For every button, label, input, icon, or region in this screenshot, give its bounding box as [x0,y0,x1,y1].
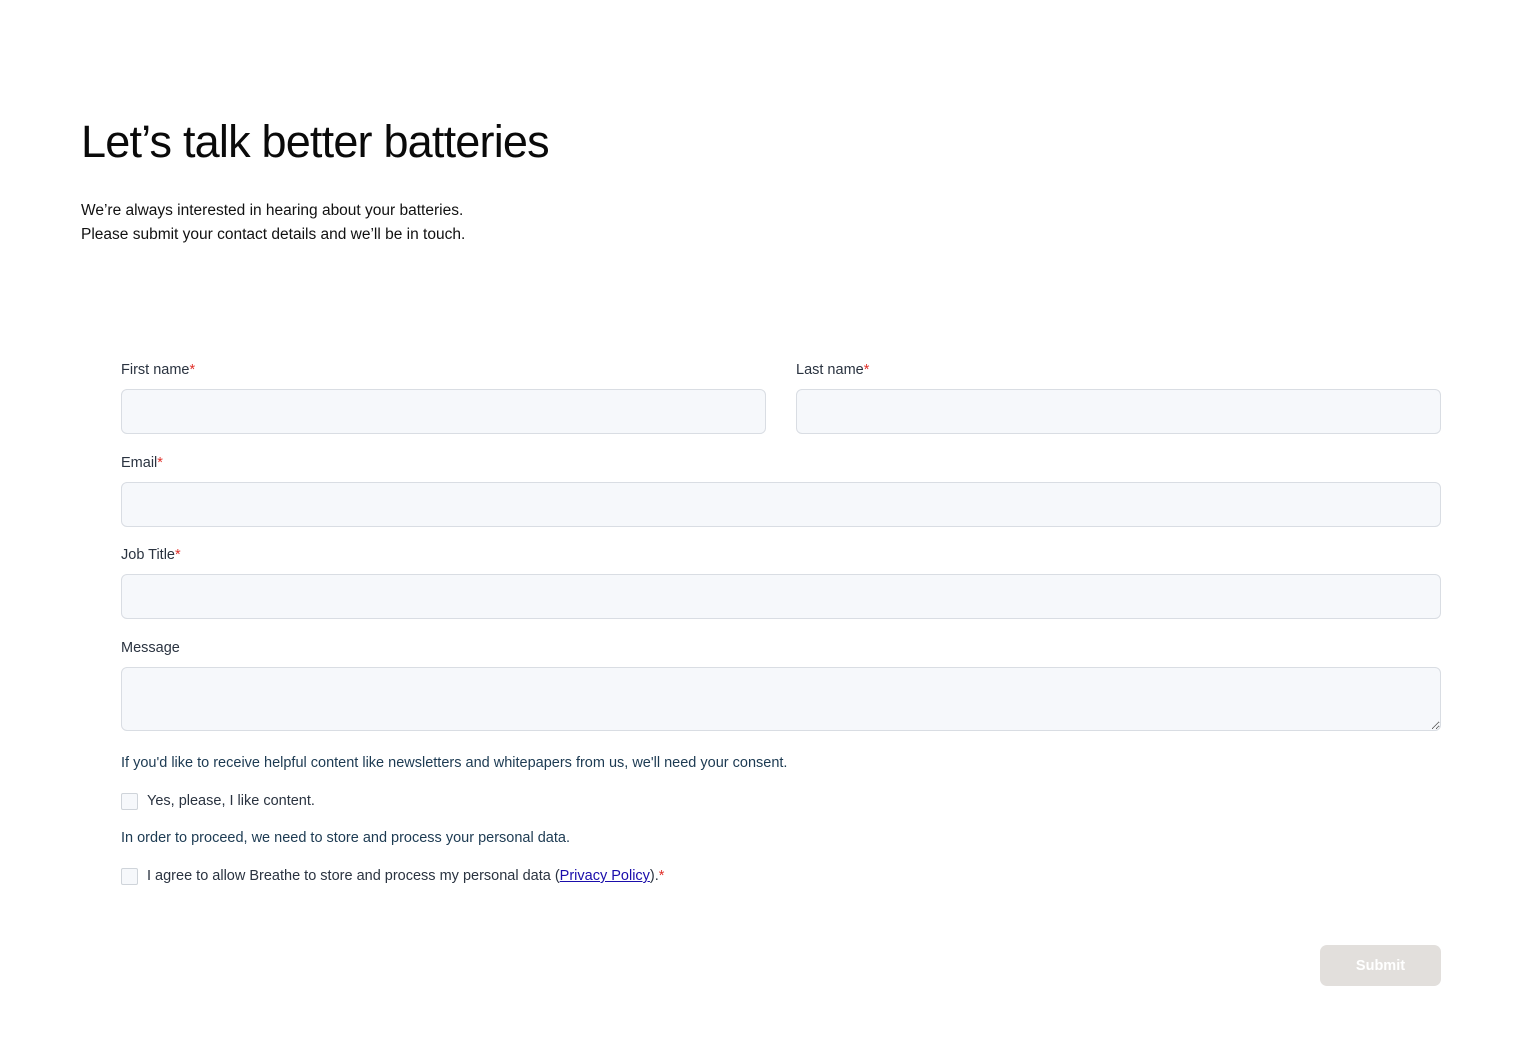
intro-line-2: Please submit your contact details and w… [81,226,466,243]
processing-consent-label: I agree to allow Breathe to store and pr… [147,868,665,884]
required-marker: * [157,455,163,471]
job-title-input[interactable] [121,574,1441,619]
job-title-label: Job Title* [121,547,181,563]
processing-consent-option[interactable]: I agree to allow Breathe to store and pr… [121,866,664,886]
required-marker: * [175,547,181,563]
marketing-consent-checkbox[interactable] [121,792,138,810]
required-marker: * [189,362,196,378]
first-name-input[interactable] [121,389,766,434]
processing-consent-text: In order to proceed, we need to store an… [121,830,570,846]
privacy-policy-link[interactable]: Privacy Policy [560,868,650,884]
first-name-label: First name* [121,362,196,378]
marketing-consent-option[interactable]: Yes, please, I like content. [121,791,315,811]
last-name-input[interactable] [796,389,1441,434]
intro-text: We’re always interested in hearing about… [81,199,465,247]
last-name-label: Last name* [796,362,870,378]
intro-line-1: We’re always interested in hearing about… [81,202,464,219]
processing-consent-checkbox[interactable] [121,867,138,885]
marketing-consent-text: If you'd like to receive helpful content… [121,755,788,771]
submit-button[interactable]: Submit [1320,945,1441,986]
message-label: Message [121,640,180,656]
message-textarea[interactable] [121,667,1441,731]
page-title: Let’s talk better batteries [81,116,550,167]
email-label: Email* [121,455,163,471]
marketing-consent-label: Yes, please, I like content. [147,793,315,809]
email-input[interactable] [121,482,1441,527]
required-marker: * [658,868,665,884]
required-marker: * [863,362,870,378]
